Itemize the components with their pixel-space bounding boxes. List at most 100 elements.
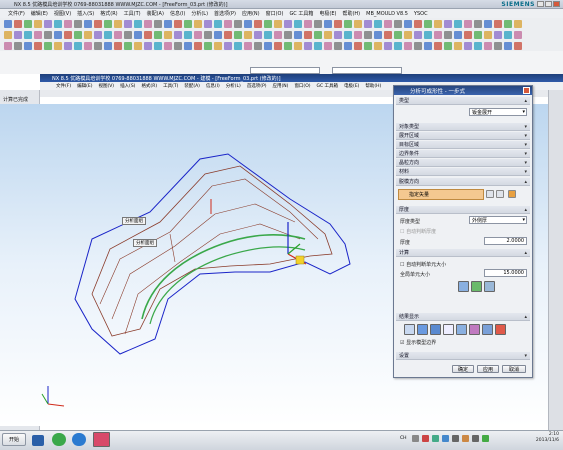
toolbar-tool-icon[interactable]	[174, 19, 182, 28]
toolbar-tool-icon[interactable]	[514, 41, 522, 50]
nx-app-icon[interactable]	[93, 432, 110, 447]
toolbar-tool-icon[interactable]	[344, 19, 352, 28]
toolbar-tool-icon[interactable]	[234, 41, 242, 50]
toolbar-tool-icon[interactable]	[274, 19, 282, 28]
browser-icon[interactable]	[52, 433, 66, 446]
toolbar-tool-icon[interactable]	[244, 19, 252, 28]
toolbar-tool-icon[interactable]	[184, 41, 192, 50]
thinning-icon[interactable]	[404, 324, 415, 335]
toolbar-tool-icon[interactable]	[24, 19, 32, 28]
toolbar-tool-icon[interactable]	[484, 19, 492, 28]
toolbar-tool-icon[interactable]	[514, 30, 522, 39]
inner-menu-item-14[interactable]: 帮助(H)	[365, 83, 381, 89]
toolbar-tool-icon[interactable]	[184, 30, 192, 39]
toolbar-tool-icon[interactable]	[134, 19, 142, 28]
selection-filter[interactable]	[250, 67, 320, 74]
section-results[interactable]: 结果显示 ▴	[396, 313, 530, 321]
tray-icon[interactable]	[412, 435, 419, 442]
toolbar-tool-icon[interactable]	[54, 19, 62, 28]
toolbar-tool-icon[interactable]	[444, 19, 452, 28]
toolbar-tool-icon[interactable]	[364, 30, 372, 39]
toolbar-tool-icon[interactable]	[444, 30, 452, 39]
toolbar-tool-icon[interactable]	[124, 41, 132, 50]
toolbar-tool-icon[interactable]	[214, 19, 222, 28]
toolbar-tool-icon[interactable]	[514, 19, 522, 28]
blank-outline-icon[interactable]	[456, 324, 467, 335]
toolbar-tool-icon[interactable]	[384, 41, 392, 50]
inner-menu-item-1[interactable]: 编辑(E)	[77, 83, 92, 89]
toolbar-tool-icon[interactable]	[364, 19, 372, 28]
compute-icon[interactable]	[484, 281, 495, 292]
section-material[interactable]: 材料 ▾	[396, 168, 530, 176]
menu-item-11[interactable]: 窗口(O)	[266, 10, 284, 17]
toolbar-tool-icon[interactable]	[494, 41, 502, 50]
toolbar-tool-icon[interactable]	[264, 19, 272, 28]
toolbar-tool-icon[interactable]	[254, 19, 262, 28]
inner-menu-item-9[interactable]: 首选项(P)	[247, 83, 267, 89]
sync-app-icon[interactable]	[72, 433, 86, 446]
toolbar-tool-icon[interactable]	[34, 19, 42, 28]
section-target-region[interactable]: 目标区域 ▾	[396, 141, 530, 149]
toolbar-tool-icon[interactable]	[174, 41, 182, 50]
toolbar-tool-icon[interactable]	[144, 41, 152, 50]
tray-icon[interactable]	[442, 435, 449, 442]
toolbar-tool-icon[interactable]	[464, 19, 472, 28]
selection-scope[interactable]	[332, 67, 402, 74]
report-icon[interactable]	[495, 324, 506, 335]
toolbar-tool-icon[interactable]	[484, 30, 492, 39]
toolbar-tool-icon[interactable]	[344, 41, 352, 50]
auto-mesh-checkbox[interactable]: ☐ 自动判断单元大小	[400, 261, 446, 268]
section-thickness[interactable]: 厚度 ▴	[396, 206, 530, 214]
reverse-direction-icon[interactable]	[486, 190, 494, 198]
toolbar-tool-icon[interactable]	[34, 41, 42, 50]
toolbar-tool-icon[interactable]	[324, 41, 332, 50]
toolbar-tool-icon[interactable]	[264, 41, 272, 50]
toolbar-tool-icon[interactable]	[104, 19, 112, 28]
toolbar-tool-icon[interactable]	[404, 41, 412, 50]
toolbar-tool-icon[interactable]	[204, 41, 212, 50]
toolbar-tool-icon[interactable]	[404, 19, 412, 28]
toolbar-tool-icon[interactable]	[434, 19, 442, 28]
toolbar-tool-icon[interactable]	[74, 41, 82, 50]
toolbar-tool-icon[interactable]	[384, 19, 392, 28]
specify-vector-field[interactable]: 指定矢量	[398, 189, 484, 200]
stress-icon[interactable]	[430, 324, 441, 335]
toolbar-tool-icon[interactable]	[474, 41, 482, 50]
inner-menu-item-5[interactable]: 工具(T)	[163, 83, 178, 89]
section-settings[interactable]: 设置 ▾	[396, 352, 530, 360]
toolbar-tool-icon[interactable]	[94, 19, 102, 28]
menu-item-14[interactable]: 帮助(H)	[342, 10, 360, 17]
toolbar-tool-icon[interactable]	[194, 30, 202, 39]
toolbar-tool-icon[interactable]	[84, 41, 92, 50]
menu-item-9[interactable]: 首选项(P)	[214, 10, 236, 17]
toolbar-tool-icon[interactable]	[374, 30, 382, 39]
toolbar-tool-icon[interactable]	[254, 30, 262, 39]
toolbar-tool-icon[interactable]	[54, 30, 62, 39]
menu-item-1[interactable]: 编辑(E)	[31, 10, 48, 17]
toolbar-tool-icon[interactable]	[274, 30, 282, 39]
vector-dialog-icon[interactable]	[496, 190, 504, 198]
inner-menu-item-8[interactable]: 分析(L)	[226, 83, 241, 89]
toolbar-tool-icon[interactable]	[324, 30, 332, 39]
toolbar-tool-icon[interactable]	[324, 19, 332, 28]
toolbar-tool-icon[interactable]	[334, 30, 342, 39]
toolbar-tool-icon[interactable]	[494, 30, 502, 39]
inner-menu-item-13[interactable]: 电极(E)	[344, 83, 359, 89]
toolbar-tool-icon[interactable]	[224, 30, 232, 39]
toolbar-tool-icon[interactable]	[164, 19, 172, 28]
tray-icon[interactable]	[452, 435, 459, 442]
wrinkle-icon[interactable]	[469, 324, 480, 335]
toolbar-tool-icon[interactable]	[204, 30, 212, 39]
toolbar-tool-icon[interactable]	[244, 30, 252, 39]
toolbar-tool-icon[interactable]	[14, 30, 22, 39]
toolbar-tool-icon[interactable]	[414, 30, 422, 39]
toolbar-tool-icon[interactable]	[354, 41, 362, 50]
toolbar-tool-icon[interactable]	[84, 19, 92, 28]
toolbar-tool-icon[interactable]	[104, 30, 112, 39]
vector-type-icon[interactable]	[508, 190, 516, 198]
show-boundary-checkbox[interactable]: ☑ 显示模型边界	[400, 339, 436, 346]
tray-icon[interactable]	[422, 435, 429, 442]
toolbar-tool-icon[interactable]	[174, 30, 182, 39]
toolbar-tool-icon[interactable]	[374, 41, 382, 50]
toolbar-tool-icon[interactable]	[404, 30, 412, 39]
